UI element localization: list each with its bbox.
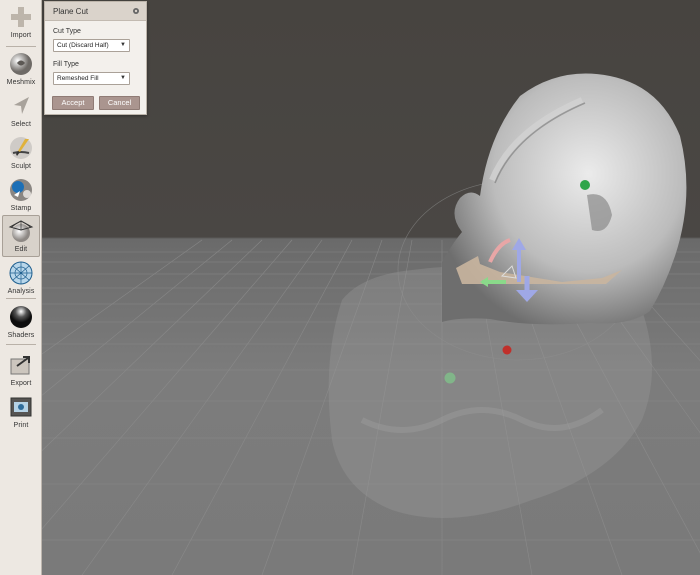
cancel-button[interactable]: Cancel xyxy=(99,96,140,110)
red-marker[interactable] xyxy=(502,345,512,355)
stamp-icon xyxy=(10,179,32,201)
panel-header: Plane Cut xyxy=(45,2,146,21)
meshmix-label: Meshmix xyxy=(6,79,36,86)
cut-type-select[interactable]: Cut (Discard Half) ▼ xyxy=(53,39,130,52)
gear-icon[interactable] xyxy=(132,7,140,15)
cut-type-value: Cut (Discard Half) xyxy=(57,42,109,49)
green-ghost-marker[interactable] xyxy=(444,372,456,384)
import-label: Import xyxy=(10,32,32,39)
select-button[interactable]: Select xyxy=(2,91,40,133)
plane-cut-panel: Plane Cut Cut Type Cut (Discard Half) ▼ … xyxy=(44,1,147,115)
meshmix-sphere-icon xyxy=(10,53,32,75)
analysis-label: Analysis xyxy=(7,288,35,295)
import-button[interactable]: Import xyxy=(2,2,40,44)
panel-title: Plane Cut xyxy=(53,7,89,16)
fill-type-label: Fill Type xyxy=(53,61,79,68)
meshmix-button[interactable]: Meshmix xyxy=(2,49,40,91)
fill-type-value: Remeshed Fill xyxy=(57,75,99,82)
export-button[interactable]: Export xyxy=(2,350,40,392)
print-label: Print xyxy=(13,422,29,429)
divider xyxy=(6,344,36,345)
print-button[interactable]: Print xyxy=(2,392,40,434)
shaders-label: Shaders xyxy=(7,332,35,339)
fill-type-select[interactable]: Remeshed Fill ▼ xyxy=(53,72,130,85)
sculpt-label: Sculpt xyxy=(10,163,32,170)
sculpt-button[interactable]: Sculpt xyxy=(2,133,40,175)
print-icon xyxy=(10,397,32,417)
shader-sphere-icon xyxy=(10,306,32,328)
edit-mesh-icon xyxy=(8,220,34,242)
chevron-down-icon: ▼ xyxy=(120,42,126,48)
sculpt-brush-icon xyxy=(10,137,32,159)
shaders-button[interactable]: Shaders xyxy=(2,302,40,344)
select-label: Select xyxy=(10,121,32,128)
select-arrow-icon xyxy=(14,97,29,114)
accept-button[interactable]: Accept xyxy=(52,96,94,110)
chevron-down-icon: ▼ xyxy=(120,75,126,81)
tool-sidebar: Import Meshmix Select Sculpt Stamp Edit … xyxy=(0,0,42,575)
analysis-sphere-icon xyxy=(9,261,33,285)
stamp-label: Stamp xyxy=(10,205,32,212)
analysis-button[interactable]: Analysis xyxy=(2,258,40,300)
divider xyxy=(6,298,36,299)
edit-button[interactable]: Edit xyxy=(2,215,40,257)
green-marker[interactable] xyxy=(580,180,590,190)
cut-type-label: Cut Type xyxy=(53,28,81,35)
export-icon xyxy=(10,356,30,375)
divider xyxy=(6,46,36,47)
plus-icon xyxy=(11,7,31,27)
export-label: Export xyxy=(10,380,32,387)
stamp-button[interactable]: Stamp xyxy=(2,175,40,217)
edit-label: Edit xyxy=(14,246,28,253)
